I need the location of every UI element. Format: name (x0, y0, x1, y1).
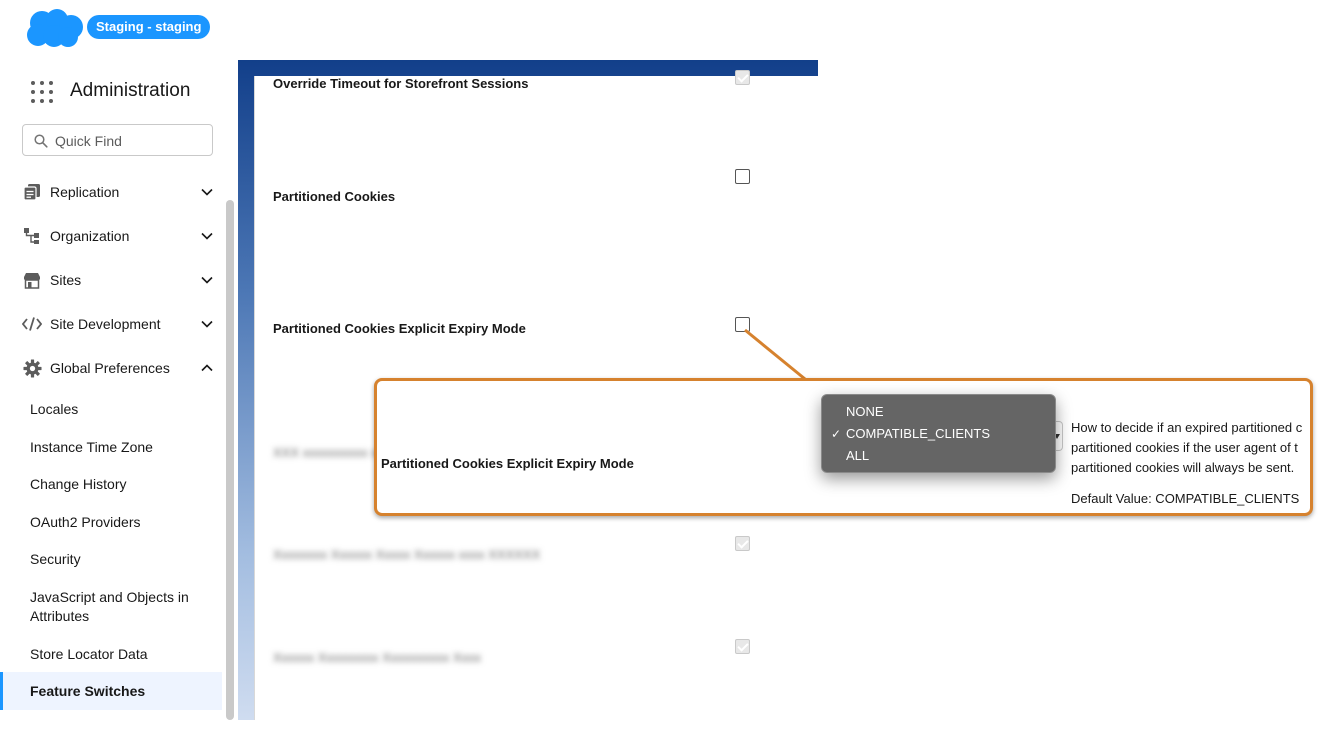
blurred-feature-label: Xxxxxxxx Xxxxxx Xxxxx Xxxxxx xxxx XXXXXX (273, 547, 541, 562)
sidebar-group-label: Site Development (50, 316, 161, 332)
feature-checkbox-partitioned-cookies-expiry[interactable] (735, 317, 750, 332)
store-icon (22, 270, 42, 290)
sidebar-scrollbar[interactable] (226, 200, 234, 720)
quick-find-input[interactable] (55, 131, 205, 151)
chevron-down-icon (201, 188, 213, 196)
gear-icon (22, 358, 42, 378)
app-title: Administration (70, 80, 191, 101)
sidebar-group-global-preferences[interactable]: Global Preferences (0, 346, 224, 390)
app-launcher-icon[interactable] (31, 81, 53, 103)
feature-checkbox-override-timeout (735, 70, 750, 85)
sidebar-group-replication[interactable]: Replication (0, 170, 224, 214)
feature-label-override-timeout: Override Timeout for Storefront Sessions (273, 76, 529, 91)
sidebar-group-sites[interactable]: Sites (0, 258, 224, 302)
chevron-down-icon (201, 276, 213, 284)
feature-label-partitioned-cookies-expiry: Partitioned Cookies Explicit Expiry Mode (273, 321, 526, 336)
sidebar: Replication Organization Sites Site Deve… (0, 170, 224, 715)
feature-label-partitioned-cookies: Partitioned Cookies (273, 189, 396, 204)
blurred-feature-label: Xxxxxx Xxxxxxxxx Xxxxxxxxxx Xxxx (273, 650, 482, 665)
feature-checkbox-blurred (735, 639, 750, 654)
blurred-feature-label: XXX xxxxxxxxxx xx (273, 445, 385, 460)
search-icon (34, 134, 48, 148)
sidebar-group-organization[interactable]: Organization (0, 214, 224, 258)
sidebar-item-feature-switches[interactable]: Feature Switches (0, 672, 222, 710)
dropdown-option-none[interactable]: NONE (822, 401, 1055, 423)
feature-checkbox-blurred (735, 536, 750, 551)
option-label: NONE (846, 404, 884, 419)
sidebar-group-label: Sites (50, 272, 82, 288)
dropdown-option-all[interactable]: ALL (822, 445, 1055, 467)
environment-badge: Staging - staging (87, 15, 211, 39)
sidebar-item-javascript-objects[interactable]: JavaScript and Objects in Attributes (0, 588, 190, 626)
chevron-down-icon (201, 320, 213, 328)
sidebar-item-security[interactable]: Security (0, 550, 222, 569)
expiry-mode-dropdown: NONE ✓ COMPATIBLE_CLIENTS ALL (821, 394, 1056, 473)
replication-icon (22, 182, 42, 202)
checkmark-icon: ✓ (831, 427, 842, 441)
chevron-up-icon (201, 364, 213, 372)
chevron-down-icon (201, 232, 213, 240)
page: Staging - staging Administration Replica… (0, 0, 1324, 735)
sidebar-item-change-history[interactable]: Change History (0, 475, 222, 494)
sidebar-item-locales[interactable]: Locales (0, 400, 222, 419)
feature-description: How to decide if an expired partitioned … (1071, 418, 1310, 478)
description-line: partitioned cookies will always be sent. (1071, 460, 1295, 475)
code-icon (22, 314, 42, 334)
default-value-text: Default Value: COMPATIBLE_CLIENTS (1071, 491, 1300, 506)
sidebar-item-instance-time-zone[interactable]: Instance Time Zone (0, 438, 222, 457)
feature-checkbox-partitioned-cookies[interactable] (735, 169, 750, 184)
quick-find-field[interactable] (22, 124, 213, 156)
sidebar-group-label: Global Preferences (50, 360, 170, 376)
option-label: ALL (846, 448, 870, 463)
description-line: partitioned cookies if the user agent of… (1071, 440, 1298, 455)
sidebar-group-label: Replication (50, 184, 120, 200)
organization-icon (22, 226, 42, 246)
sidebar-item-oauth2-providers[interactable]: OAuth2 Providers (0, 513, 222, 532)
sidebar-group-site-development[interactable]: Site Development (0, 302, 224, 346)
description-line: How to decide if an expired partitioned … (1071, 420, 1303, 435)
callout-feature-label: Partitioned Cookies Explicit Expiry Mode (381, 456, 634, 471)
dropdown-option-compatible-clients[interactable]: ✓ COMPATIBLE_CLIENTS (822, 423, 1055, 445)
sidebar-group-label: Organization (50, 228, 130, 244)
option-label: COMPATIBLE_CLIENTS (846, 426, 990, 441)
salesforce-cloud-logo (27, 9, 83, 47)
sidebar-item-store-locator-data[interactable]: Store Locator Data (0, 645, 222, 664)
